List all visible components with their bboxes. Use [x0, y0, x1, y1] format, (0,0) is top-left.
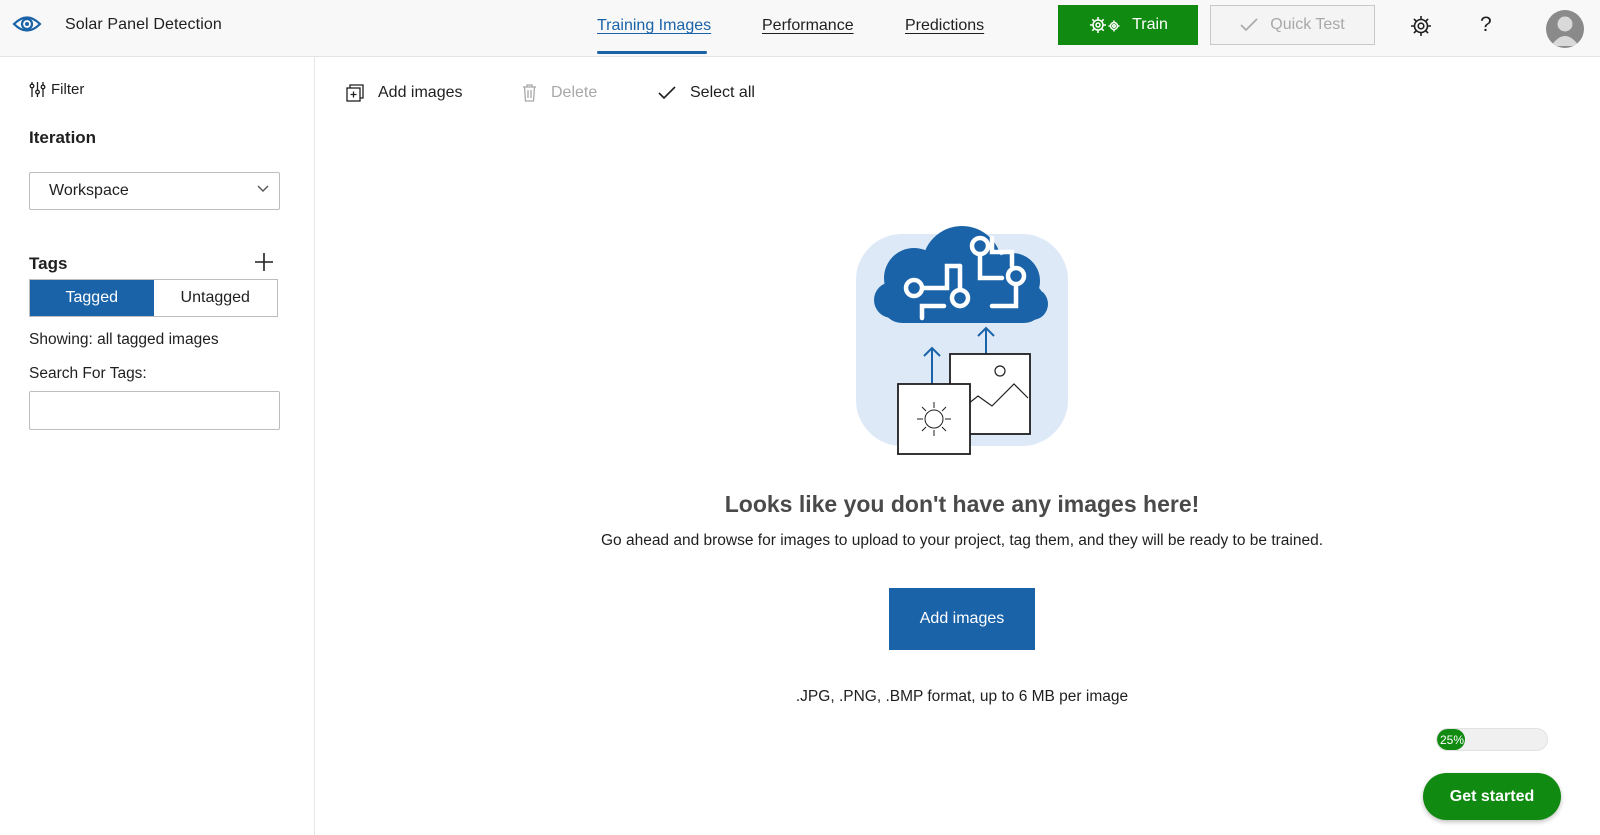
tags-title: Tags: [29, 254, 68, 273]
iteration-title: Iteration: [29, 128, 97, 147]
help-icon[interactable]: ?: [1480, 13, 1492, 37]
add-tag-plus-icon[interactable]: [252, 250, 276, 274]
format-note: .JPG, .PNG, .BMP format, up to 6 MB per …: [795, 688, 1129, 705]
tagged-option[interactable]: Tagged: [30, 280, 154, 316]
tab-performance[interactable]: Performance: [762, 17, 854, 35]
tab-predictions[interactable]: Predictions: [905, 17, 984, 35]
upload-illustration: [856, 226, 1068, 455]
top-header: Solar Panel Detection Training Images Pe…: [0, 0, 1600, 57]
sidebar: Filter Iteration Workspace Tags Tagged U…: [0, 57, 315, 835]
filter-button[interactable]: Filter: [29, 81, 84, 98]
app-title: Solar Panel Detection: [65, 16, 222, 33]
add-image-icon: [346, 84, 364, 102]
train-button[interactable]: Train: [1058, 5, 1198, 45]
trash-icon: [523, 84, 536, 102]
filter-sliders-icon: [29, 82, 46, 97]
progress-label: 25%: [1440, 733, 1465, 747]
train-label: Train: [1132, 16, 1168, 33]
add-images-toolbar-button[interactable]: Add images: [346, 84, 463, 102]
quick-test-label: Quick Test: [1270, 16, 1345, 33]
onboarding-progress-bar: 25%: [1436, 728, 1548, 751]
iteration-value: Workspace: [49, 182, 129, 199]
delete-label: Delete: [551, 84, 598, 101]
filter-label: Filter: [51, 81, 85, 98]
tagged-toggle: Tagged Untagged: [29, 279, 278, 317]
quick-test-button[interactable]: Quick Test: [1210, 5, 1375, 45]
select-all-label: Select all: [690, 84, 755, 101]
select-all-toolbar-button[interactable]: Select all: [658, 84, 755, 102]
delete-toolbar-button[interactable]: Delete: [522, 84, 597, 102]
active-tab-indicator: [597, 51, 707, 54]
checkmark-icon: [1240, 18, 1258, 32]
empty-state-title: Looks like you don't have any images her…: [724, 491, 1200, 517]
tab-training-images[interactable]: Training Images: [597, 17, 711, 35]
checkmark-icon: [658, 86, 676, 100]
chevron-down-icon: [257, 185, 269, 192]
add-images-button[interactable]: Add images: [889, 588, 1035, 650]
untagged-option[interactable]: Untagged: [153, 280, 277, 316]
gear-icon[interactable]: [1410, 15, 1432, 37]
user-avatar-icon[interactable]: [1546, 10, 1584, 48]
empty-state-description: Go ahead and browse for images to upload…: [600, 532, 1324, 549]
search-tags-input[interactable]: [29, 391, 280, 430]
add-images-label: Add images: [378, 84, 463, 101]
get-started-button[interactable]: Get started: [1423, 773, 1561, 820]
search-tags-label: Search For Tags:: [29, 365, 147, 382]
gears-icon: [1090, 17, 1120, 33]
showing-status: Showing: all tagged images: [29, 331, 219, 348]
eye-icon[interactable]: [12, 12, 42, 36]
iteration-select[interactable]: Workspace: [29, 172, 280, 210]
